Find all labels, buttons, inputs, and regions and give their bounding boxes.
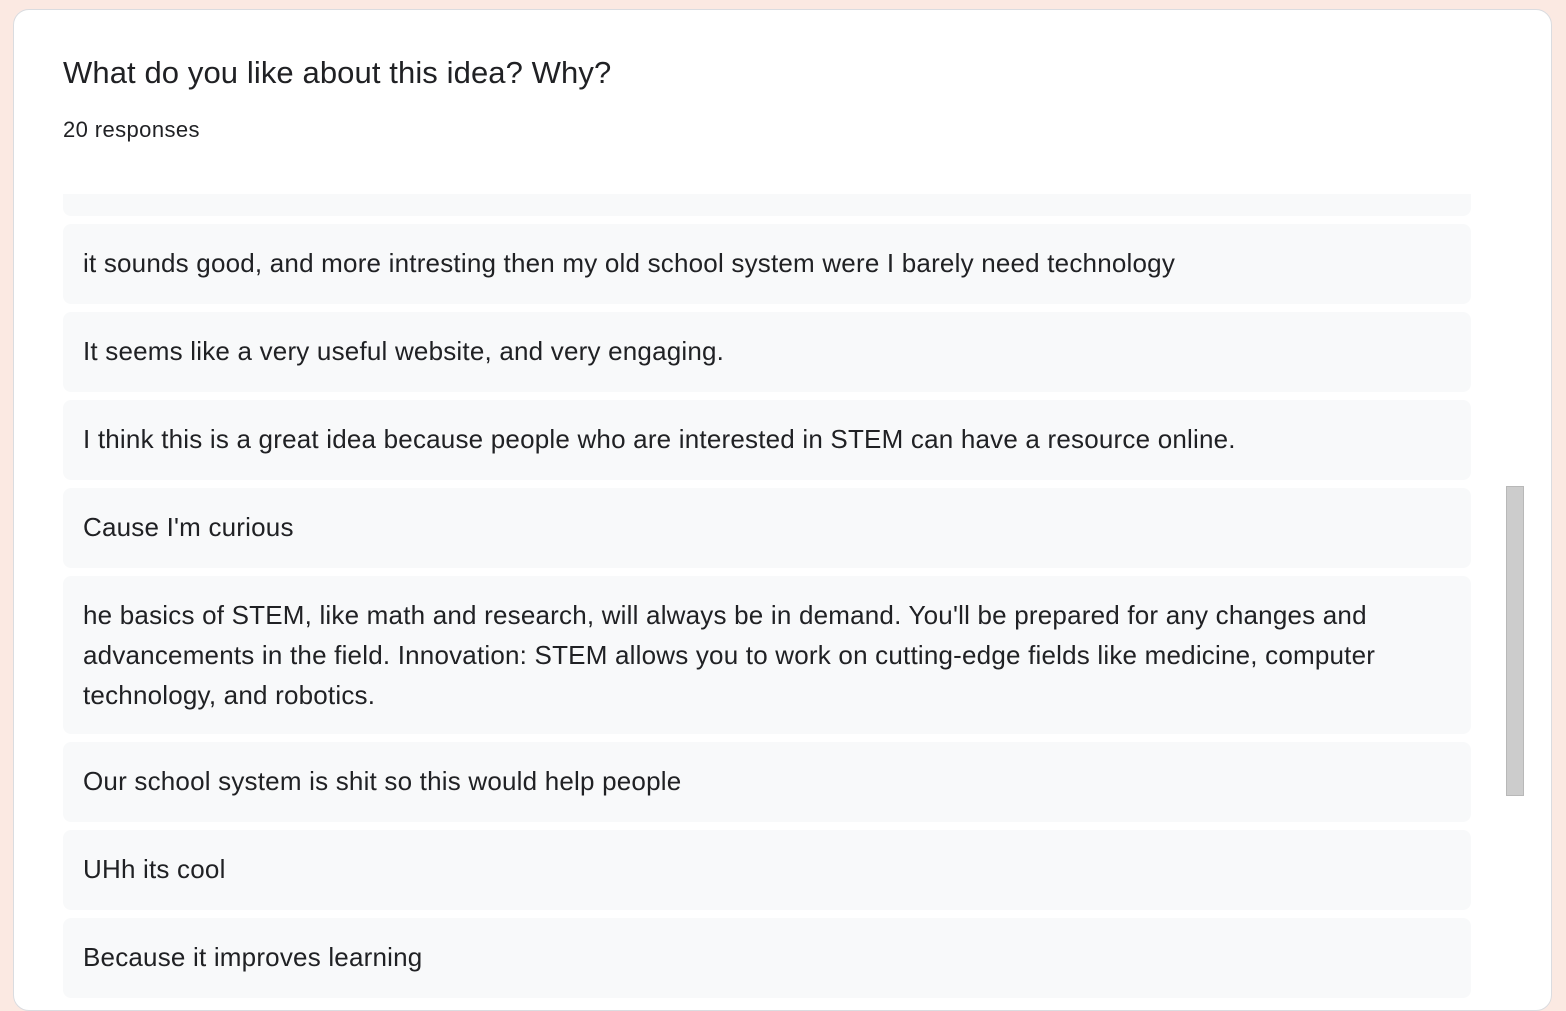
response-item: he basics of STEM, like math and researc… <box>63 576 1471 734</box>
response-summary-card: What do you like about this idea? Why? 2… <box>13 9 1552 1011</box>
response-item: I think this is a great idea because peo… <box>63 400 1471 480</box>
scrollbar-thumb[interactable] <box>1506 486 1524 796</box>
response-item: it sounds good, and more intresting then… <box>63 224 1471 304</box>
response-item: It seems like a very useful website, and… <box>63 312 1471 392</box>
response-item: Our school system is shit so this would … <box>63 742 1471 822</box>
response-item: Cause I'm curious <box>63 488 1471 568</box>
responses-scroll-area[interactable]: it sounds good, and more intresting then… <box>63 194 1471 1010</box>
response-item: UHh its cool <box>63 830 1471 910</box>
response-item <box>63 194 1471 216</box>
response-count: 20 responses <box>63 117 200 142</box>
response-list: it sounds good, and more intresting then… <box>63 194 1471 1006</box>
response-item: Because it improves learning <box>63 918 1471 998</box>
vertical-scrollbar[interactable] <box>1506 194 1524 1010</box>
question-title: What do you like about this idea? Why? <box>63 55 612 90</box>
